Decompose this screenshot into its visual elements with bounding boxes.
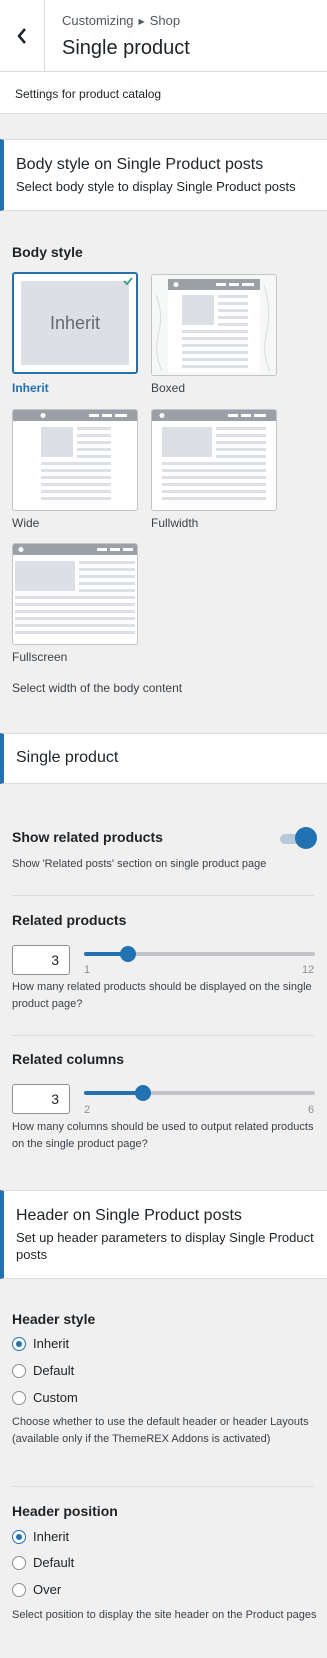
slider-max: 6	[308, 1104, 315, 1116]
section-description: Select body style to display Single Prod…	[16, 179, 296, 194]
section-title: Header on Single Product posts	[16, 1207, 242, 1224]
layout-wide-icon	[13, 410, 137, 500]
slider-handle[interactable]	[120, 946, 136, 962]
breadcrumb-arrow-icon: ▶	[138, 17, 145, 26]
page-title: Single product	[62, 37, 190, 59]
radio-label: Default	[33, 1555, 75, 1570]
panel-description: Settings for product catalog	[0, 72, 327, 114]
back-button[interactable]	[0, 0, 45, 71]
header-position-radio-over[interactable]: Over	[12, 1582, 61, 1597]
related-products-toggle[interactable]	[280, 827, 317, 849]
customizer-header: Customizing ▶ Shop Single product	[0, 0, 327, 72]
header-style-radio-default[interactable]: Default	[12, 1363, 74, 1378]
radio-button[interactable]	[12, 1555, 26, 1570]
header-position-radio-inherit[interactable]: Inherit	[12, 1529, 69, 1544]
layout-boxed-icon	[152, 275, 276, 375]
body-style-name-boxed: Boxed	[151, 381, 186, 395]
header-style-radio-inherit[interactable]: Inherit	[12, 1336, 69, 1351]
radio-button[interactable]	[12, 1582, 26, 1597]
radio-button[interactable]	[12, 1336, 26, 1351]
related-products-label: Related products	[12, 912, 127, 928]
radio-button[interactable]	[12, 1529, 26, 1544]
chevron-left-icon	[17, 27, 26, 44]
section-description: Set up header parameters to display Sing…	[16, 1230, 314, 1262]
layout-fullscreen-icon	[13, 544, 137, 634]
body-style-name-fullwidth: Fullwidth	[151, 516, 199, 530]
divider	[12, 1035, 314, 1036]
slider-min: 1	[84, 964, 91, 976]
slider-max: 12	[302, 964, 315, 976]
related-columns-slider[interactable]	[84, 1082, 315, 1104]
related-columns-label: Related columns	[12, 1051, 125, 1067]
breadcrumb-parent: Customizing	[62, 13, 134, 28]
body-style-option-boxed[interactable]	[151, 274, 277, 376]
section-single-product: Single product	[0, 733, 327, 784]
radio-label: Custom	[33, 1390, 78, 1405]
divider	[12, 1486, 314, 1487]
slider-min: 2	[84, 1104, 91, 1116]
body-style-help: Select width of the body content	[12, 681, 183, 695]
header-style-help: Choose whether to use the default header…	[12, 1416, 309, 1445]
radio-button[interactable]	[12, 1363, 26, 1378]
body-style-name-fullscreen: Fullscreen	[12, 650, 68, 664]
section-body-style: Body style on Single Product posts Selec…	[0, 139, 327, 211]
section-title: Body style on Single Product posts	[16, 156, 264, 173]
body-style-name-inherit: Inherit	[12, 381, 49, 395]
divider	[12, 895, 314, 896]
breadcrumb: Customizing ▶ Shop	[62, 13, 180, 28]
slider-handle[interactable]	[135, 1085, 151, 1101]
related-products-slider[interactable]	[84, 943, 315, 965]
body-style-option-fullscreen[interactable]	[12, 543, 138, 645]
body-style-option-fullwidth[interactable]	[151, 409, 277, 511]
section-title: Single product	[16, 749, 119, 766]
section-header-single: Header on Single Product posts Set up he…	[0, 1190, 327, 1279]
header-position-label: Header position	[12, 1503, 118, 1519]
radio-label: Inherit	[33, 1529, 70, 1544]
body-style-name-wide: Wide	[12, 516, 40, 530]
header-position-radio-default[interactable]: Default	[12, 1555, 74, 1570]
related-toggle-label: Show related products	[12, 829, 163, 845]
radio-button[interactable]	[12, 1390, 26, 1405]
related-toggle-help: Show 'Related posts' section on single p…	[12, 858, 267, 870]
svg-text:Inherit: Inherit	[50, 313, 100, 333]
header-style-label: Header style	[12, 1311, 96, 1327]
body-style-label: Body style	[12, 244, 83, 260]
related-products-input[interactable]: 3	[12, 945, 70, 975]
radio-label: Inherit	[33, 1336, 70, 1351]
related-columns-input[interactable]: 3	[12, 1084, 70, 1114]
header-position-help: Select position to display the site head…	[12, 1609, 317, 1621]
toggle-knob	[295, 827, 317, 849]
layout-inherit-icon: Inherit	[21, 277, 133, 365]
body-style-option-wide[interactable]	[12, 409, 138, 511]
radio-label: Default	[33, 1363, 75, 1378]
related-columns-help: How many columns should be used to outpu…	[12, 1121, 314, 1150]
breadcrumb-current: Shop	[149, 13, 181, 28]
header-style-radio-custom[interactable]: Custom	[12, 1390, 78, 1405]
body-style-option-inherit[interactable]: Inherit	[12, 272, 138, 374]
related-products-help: How many related products should be disp…	[12, 981, 312, 1010]
layout-fullwidth-icon	[152, 410, 276, 500]
radio-label: Over	[33, 1582, 62, 1597]
